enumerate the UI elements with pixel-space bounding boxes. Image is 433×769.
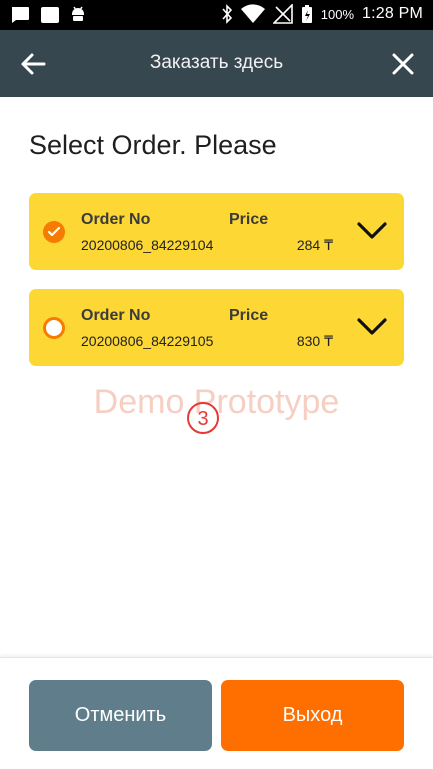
order-no-value: 20200806_84229104	[81, 237, 214, 253]
circled-number: 3	[197, 408, 208, 430]
battery-percentage: 100%	[320, 6, 354, 22]
status-time: 1:28 PM	[362, 5, 423, 22]
chevron-down-icon	[357, 222, 387, 239]
checkmark-icon	[47, 226, 61, 237]
order-card[interactable]: Order No Price 20200806_84229105 830 ₸	[29, 289, 404, 366]
status-bar: 100% 1:28 PM	[0, 0, 433, 30]
order-no-label: Order No	[81, 211, 151, 228]
circled-number-badge: 3	[187, 402, 219, 434]
status-right: 100% 1:28 PM	[221, 4, 423, 24]
price-value: 284 ₸	[296, 237, 333, 253]
select-order-heading: Select Order. Please	[29, 130, 277, 160]
expand-button[interactable]	[356, 317, 388, 337]
chevron-down-icon	[357, 318, 387, 335]
battery-charging-icon	[301, 5, 312, 23]
message-icon	[11, 7, 29, 23]
cancel-button[interactable]: Отменить	[29, 680, 212, 751]
expand-button[interactable]	[356, 221, 388, 241]
close-icon	[392, 53, 414, 75]
order-no-label: Order No	[81, 307, 151, 324]
price-value: 830 ₸	[296, 333, 333, 349]
exit-button[interactable]: Выход	[221, 680, 404, 751]
price-label: Price	[229, 307, 269, 324]
footer-bar: Отменить Выход	[0, 657, 433, 769]
order-radio-selected[interactable]	[43, 221, 65, 243]
android-icon	[72, 6, 84, 21]
no-signal-icon	[272, 4, 293, 24]
image-icon	[41, 7, 59, 23]
page-title: Заказать здесь	[149, 52, 284, 73]
status-left-icons	[10, 6, 86, 24]
bluetooth-icon	[222, 4, 232, 24]
price-label: Price	[229, 211, 269, 228]
order-radio-unselected[interactable]	[43, 317, 65, 339]
order-card[interactable]: Order No Price 20200806_84229104 284 ₸	[29, 193, 404, 270]
app-bar: Заказать здесь	[0, 30, 433, 97]
order-no-value: 20200806_84229105	[81, 333, 214, 349]
close-button[interactable]	[389, 50, 417, 78]
wifi-icon	[240, 4, 265, 24]
